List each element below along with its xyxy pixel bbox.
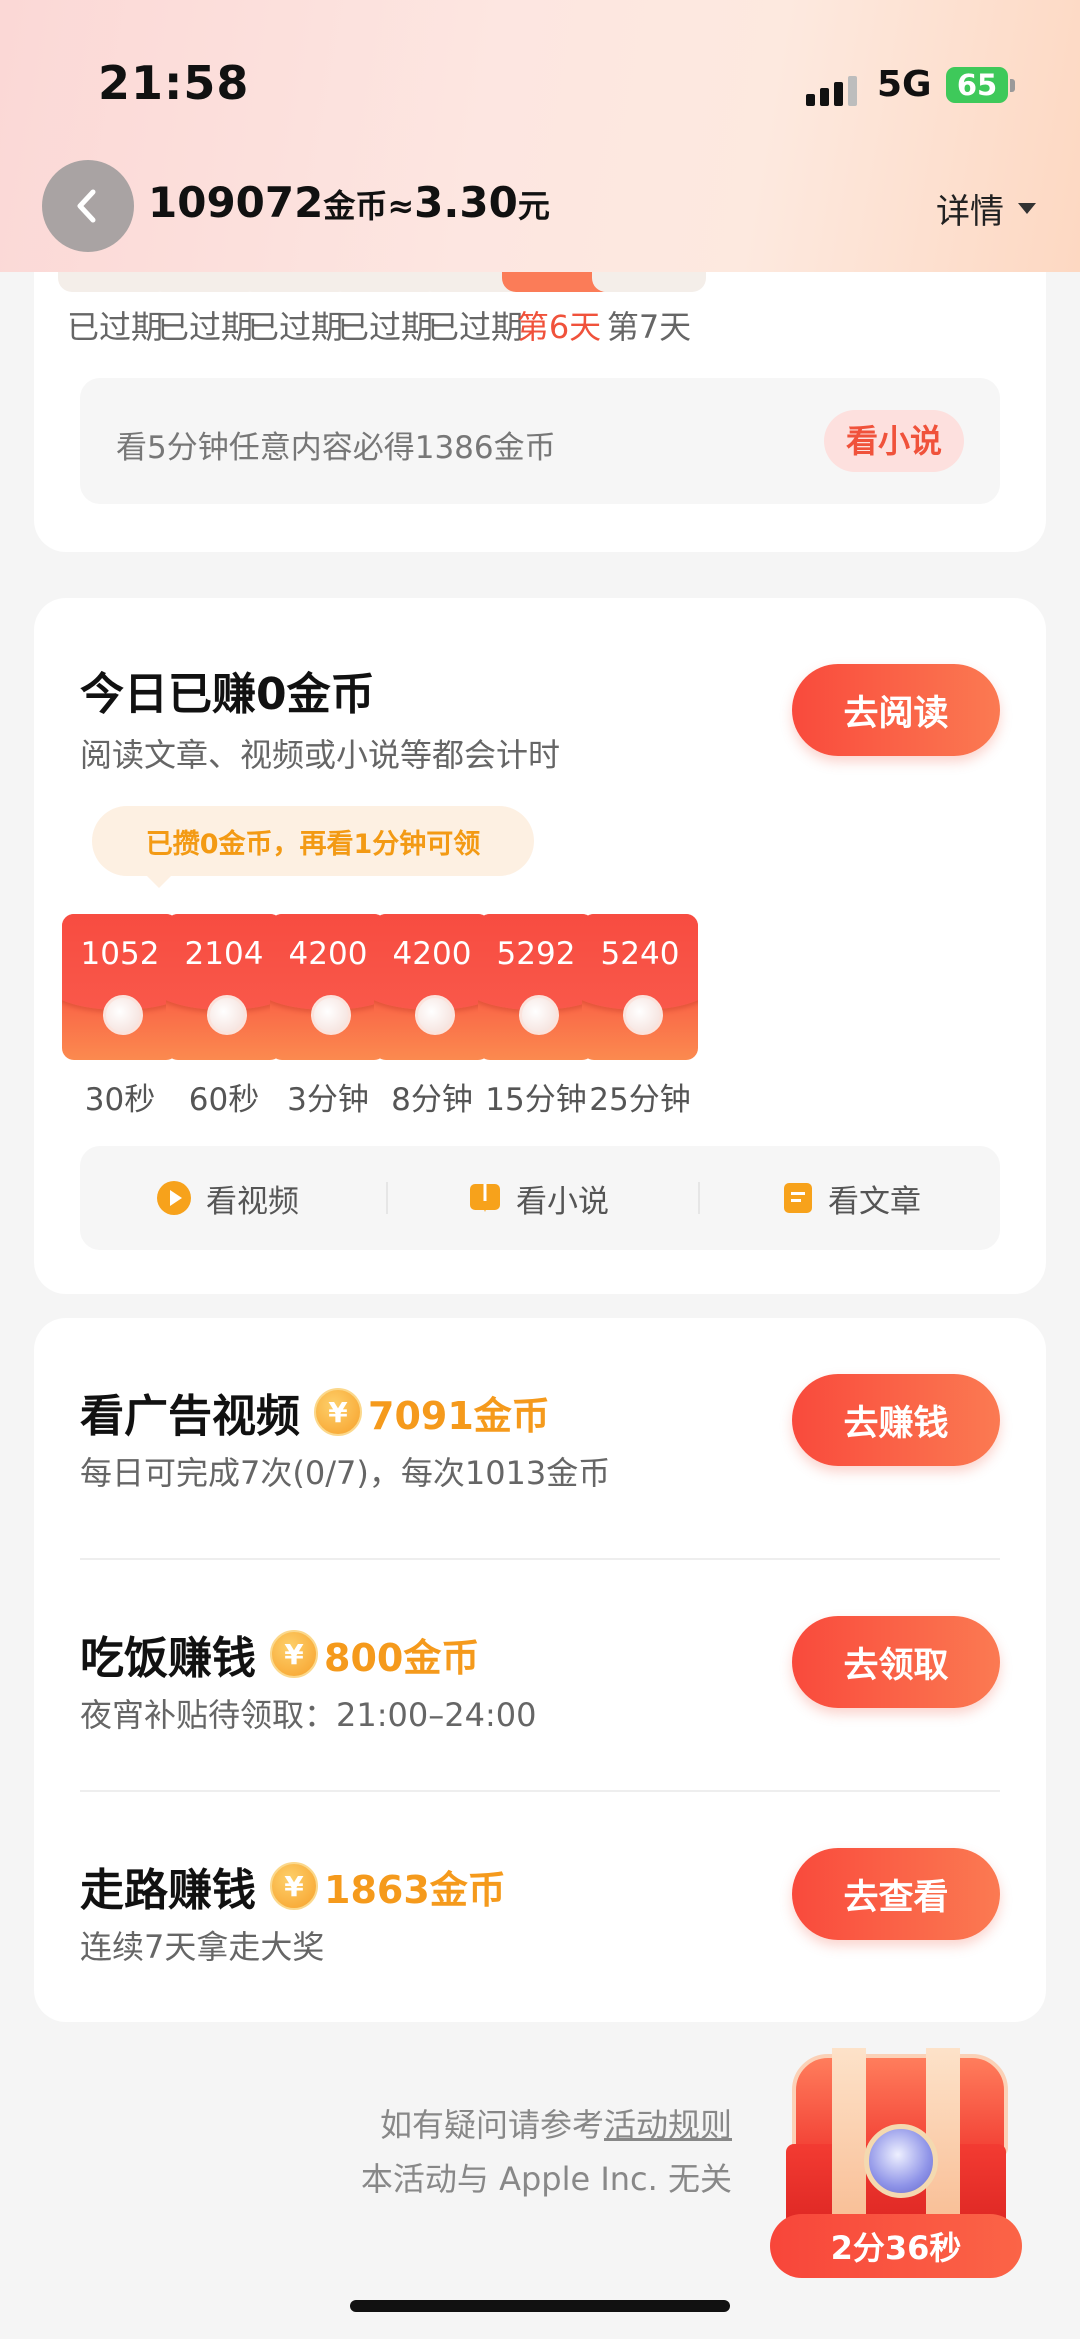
- caret-down-icon: [1018, 203, 1036, 214]
- reward-time: 30秒: [84, 1082, 156, 1118]
- read-novel-button[interactable]: 看小说: [823, 410, 964, 472]
- page-header: 109072金币≈3.30元 详情: [0, 160, 1080, 260]
- play-icon: [157, 1181, 191, 1215]
- reward-packet[interactable]: 5240 25分钟: [582, 914, 698, 1119]
- cash-unit: 元: [517, 187, 550, 225]
- status-time: 21:58: [98, 56, 250, 110]
- footer-line-1: 如有疑问请参考活动规则: [380, 2100, 732, 2146]
- reward-packet[interactable]: 2104 60秒: [166, 914, 282, 1119]
- battery-tip: [1010, 79, 1015, 92]
- red-packet-icon: 5292: [478, 914, 594, 1060]
- details-dropdown[interactable]: 详情: [936, 184, 1036, 233]
- task-name: 走路赚钱: [80, 1865, 256, 1916]
- task-name: 看广告视频: [80, 1391, 300, 1442]
- battery-level: 65: [956, 68, 998, 102]
- article-icon: [784, 1183, 812, 1213]
- red-packet-icon: 1052: [62, 914, 178, 1060]
- coin-icon: ¥: [270, 1862, 318, 1910]
- reward-time: 15分钟: [485, 1082, 587, 1118]
- red-packet-icon: 4200: [374, 914, 490, 1060]
- footer-text: 如有疑问请参考: [379, 2106, 604, 2144]
- task-reward: 800金币: [324, 1635, 480, 1680]
- reward-amount: 4200: [288, 936, 368, 972]
- reward-packet[interactable]: 4200 8分钟: [374, 914, 490, 1119]
- home-indicator: [350, 2300, 730, 2312]
- coin-unit: 金币: [323, 187, 388, 225]
- reading-title: 今日已赚0金币: [80, 669, 375, 720]
- status-bar: 21:58 5G 65: [0, 50, 1080, 120]
- reward-amount: 5292: [496, 936, 576, 972]
- tip-bubble: 已攒0金币，再看1分钟可领: [92, 806, 534, 888]
- task-reward: 1863金币: [324, 1867, 506, 1912]
- red-packet-icon: 5240: [582, 914, 698, 1060]
- tab-label: 看文章: [828, 1183, 921, 1220]
- divider: [80, 1790, 1000, 1792]
- reward-amount: 5240: [600, 936, 680, 972]
- reading-subtitle: 阅读文章、视频或小说等都会计时: [80, 736, 561, 774]
- tab-watch-video[interactable]: 看视频: [156, 1146, 299, 1250]
- battery-icon: 65: [946, 67, 1008, 103]
- treasure-chest[interactable]: 2分36秒: [770, 2048, 1022, 2278]
- reward-amount: 1052: [80, 936, 160, 972]
- coin-count: 109072: [148, 178, 324, 227]
- task-name: 吃饭赚钱: [80, 1633, 256, 1684]
- tab-label: 看视频: [206, 1183, 299, 1220]
- reward-time: 8分钟: [391, 1082, 473, 1118]
- tab-read-novel[interactable]: 看小说: [468, 1146, 609, 1250]
- approx-sign: ≈: [387, 187, 415, 225]
- details-label: 详情: [936, 192, 1004, 232]
- task-desc: 连续7天拿走大奖: [80, 1928, 325, 1966]
- view-button[interactable]: 去查看: [792, 1848, 1000, 1940]
- reward-time: 25分钟: [589, 1082, 691, 1118]
- divider: [80, 1558, 1000, 1560]
- content-tab-bar: 看视频 看小说 看文章: [80, 1146, 1000, 1250]
- task-desc: 每日可完成7次(0/7)，每次1013金币: [80, 1454, 611, 1492]
- notice-box: 看5分钟任意内容必得1386金币 看小说: [80, 378, 1000, 504]
- red-packet-icon: 4200: [270, 914, 386, 1060]
- tab-divider: [698, 1182, 700, 1214]
- gem-icon: [864, 2124, 938, 2198]
- notice-text: 看5分钟任意内容必得1386金币: [116, 430, 556, 466]
- day-label: 第7天: [606, 308, 692, 346]
- back-button[interactable]: [42, 160, 134, 252]
- reward-packet[interactable]: 1052 30秒: [62, 914, 178, 1119]
- task-title: 走路赚钱 ¥ 1863金币: [80, 1854, 506, 1918]
- reward-amount: 4200: [392, 936, 472, 972]
- reward-packet[interactable]: 5292 15分钟: [478, 914, 594, 1119]
- reading-card: 今日已赚0金币 阅读文章、视频或小说等都会计时 去阅读 已攒0金币，再看1分钟可…: [34, 598, 1046, 1294]
- signal-icon: [806, 76, 857, 106]
- tab-divider: [386, 1182, 388, 1214]
- go-read-button[interactable]: 去阅读: [792, 664, 1000, 756]
- task-title: 吃饭赚钱 ¥ 800金币: [80, 1622, 479, 1686]
- reward-time: 60秒: [188, 1082, 260, 1118]
- reward-packet[interactable]: 4200 3分钟: [270, 914, 386, 1119]
- task-desc: 夜宵补贴待领取：21:00–24:00: [80, 1696, 537, 1734]
- tasks-card: 看广告视频 ¥ 7091金币 每日可完成7次(0/7)，每次1013金币 去赚钱…: [34, 1318, 1046, 2022]
- coin-icon: ¥: [314, 1388, 362, 1436]
- earn-money-button[interactable]: 去赚钱: [792, 1374, 1000, 1466]
- countdown-timer: 2分36秒: [770, 2214, 1022, 2278]
- network-label: 5G: [877, 64, 932, 105]
- claim-button[interactable]: 去领取: [792, 1616, 1000, 1708]
- footer-line-2: 本活动与 Apple Inc. 无关: [360, 2160, 732, 2198]
- cash-value: 3.30: [414, 178, 518, 227]
- reward-time: 3分钟: [287, 1082, 369, 1118]
- coin-icon: ¥: [270, 1630, 318, 1678]
- reward-amount: 2104: [184, 936, 264, 972]
- chevron-left-icon: [77, 189, 96, 223]
- task-title: 看广告视频 ¥ 7091金币: [80, 1380, 550, 1444]
- red-packet-icon: 2104: [166, 914, 282, 1060]
- coin-balance: 109072金币≈3.30元: [148, 178, 550, 227]
- task-reward: 7091金币: [368, 1393, 550, 1438]
- tab-label: 看小说: [516, 1183, 609, 1220]
- book-icon: [470, 1184, 500, 1212]
- tab-read-article[interactable]: 看文章: [782, 1146, 921, 1250]
- rules-link[interactable]: 活动规则: [604, 2106, 732, 2144]
